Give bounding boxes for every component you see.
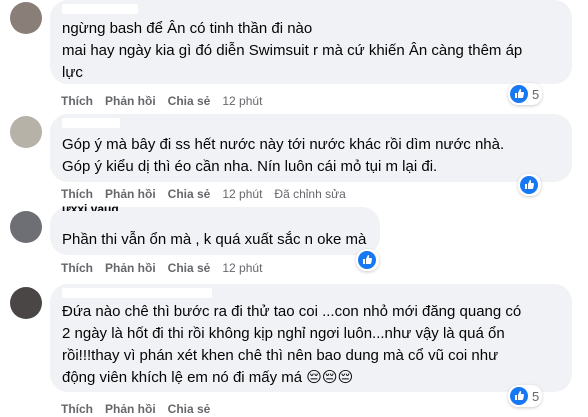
like-icon	[510, 387, 528, 405]
redacted-name	[62, 4, 138, 14]
comment-line: rồi!!!thay vì phán xét khen chê thì nên …	[62, 347, 499, 364]
comment-bubble: ngừng bash để Ân có tinh thần đi nào mai…	[50, 0, 572, 84]
comment-bubble: ưxxi vaug Phần thi vẫn ổn mà , k quá xuấ…	[50, 202, 380, 255]
reaction-count[interactable]: 5	[508, 385, 543, 407]
reply-button[interactable]: Phản hồi	[105, 401, 156, 417]
redacted-name	[62, 288, 212, 298]
like-count: 5	[532, 388, 540, 404]
like-icon	[510, 85, 528, 103]
comment-2: Góp ý mà bây đi ss hết nước này tới nước…	[0, 114, 588, 204]
comment-actions: Thích Phản hồi Chia sẻ	[61, 401, 210, 417]
reaction-count[interactable]: 5	[508, 83, 543, 105]
comment-3: ưxxi vaug Phần thi vẫn ổn mà , k quá xuấ…	[0, 202, 588, 283]
share-button[interactable]: Chia sẻ	[168, 260, 211, 276]
comment-text: Đứa nào chê thì bước ra đi thử tao coi .…	[62, 301, 560, 389]
reaction-count[interactable]	[356, 249, 379, 271]
share-button[interactable]: Chia sẻ	[168, 401, 211, 417]
comment-actions: Thích Phản hồi Chia sẻ 12 phút	[61, 93, 262, 109]
like-button[interactable]: Thích	[61, 93, 93, 109]
comment-text: ngừng bash để Ân có tinh thần đi nào mai…	[62, 18, 560, 84]
edited-label[interactable]: Đã chỉnh sửa	[274, 186, 345, 202]
like-icon	[358, 251, 376, 269]
comment-line: Phần thi vẫn ổn mà , k quá xuất sắc n ok…	[62, 231, 367, 248]
comment-1: ngừng bash để Ân có tinh thần đi nào mai…	[0, 0, 588, 110]
comment-line: 2 ngày là hốt đi thi rồi không kịp nghỉ …	[62, 325, 505, 342]
timestamp[interactable]: 12 phút	[222, 260, 262, 276]
like-button[interactable]: Thích	[61, 186, 93, 202]
comment-actions: Thích Phản hồi Chia sẻ 12 phút Đã chỉnh …	[61, 186, 346, 202]
comment-text: Phần thi vẫn ổn mà , k quá xuất sắc n ok…	[62, 229, 368, 251]
comment-line: lực	[62, 64, 83, 81]
comment-line: mai hay ngày kia gì đó diễn Swimsuit r m…	[62, 42, 523, 59]
like-icon	[520, 176, 538, 194]
comment-4: Đứa nào chê thì bước ra đi thử tao coi .…	[0, 284, 588, 416]
avatar[interactable]	[10, 287, 42, 319]
reply-button[interactable]: Phản hồi	[105, 93, 156, 109]
share-button[interactable]: Chia sẻ	[168, 93, 211, 109]
reaction-count[interactable]	[518, 174, 541, 196]
timestamp[interactable]: 12 phút	[222, 93, 262, 109]
redacted-name	[62, 118, 120, 128]
comment-text: Góp ý mà bây đi ss hết nước này tới nước…	[62, 134, 560, 178]
partial-name[interactable]: ưxxi vaug	[62, 202, 119, 211]
comment-line: động viên khích lệ em nó đi mấy má 😔😔😔	[62, 369, 354, 386]
like-count: 5	[532, 86, 540, 102]
reply-button[interactable]: Phản hồi	[105, 186, 156, 202]
comment-line: Góp ý kiểu dị thì éo cần nha. Nín luôn c…	[62, 158, 438, 175]
comment-bubble: Đứa nào chê thì bước ra đi thử tao coi .…	[50, 284, 572, 392]
like-button[interactable]: Thích	[61, 260, 93, 276]
comment-line: Góp ý mà bây đi ss hết nước này tới nước…	[62, 136, 505, 153]
like-button[interactable]: Thích	[61, 401, 93, 417]
reply-button[interactable]: Phản hồi	[105, 260, 156, 276]
avatar[interactable]	[10, 116, 42, 148]
comment-line: ngừng bash để Ân có tinh thần đi nào	[62, 20, 313, 37]
timestamp[interactable]: 12 phút	[222, 186, 262, 202]
comment-line: Đứa nào chê thì bước ra đi thử tao coi .…	[62, 303, 522, 320]
avatar[interactable]	[10, 2, 42, 34]
comment-actions: Thích Phản hồi Chia sẻ 12 phút	[61, 260, 262, 276]
share-button[interactable]: Chia sẻ	[168, 186, 211, 202]
comment-bubble: Góp ý mà bây đi ss hết nước này tới nước…	[50, 114, 572, 182]
avatar[interactable]	[10, 211, 42, 243]
